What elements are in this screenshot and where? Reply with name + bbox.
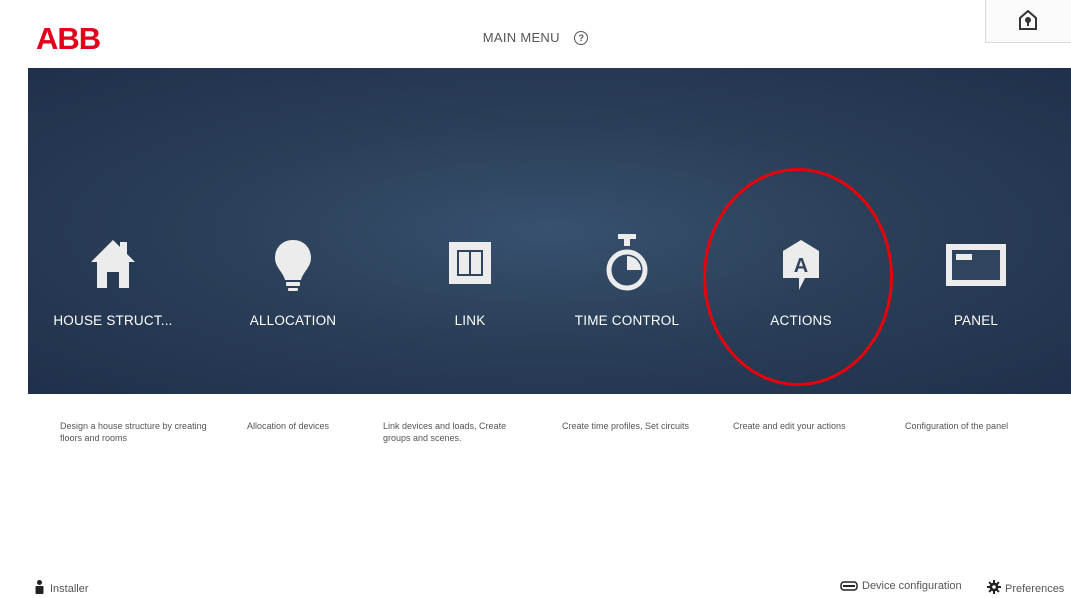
preferences-button[interactable]: Preferences (987, 580, 1064, 595)
tile-house-structure[interactable]: HOUSE STRUCT... (28, 68, 198, 394)
tile-allocation[interactable]: ALLOCATION (208, 68, 378, 394)
tile-label: LINK (454, 313, 486, 328)
tile-link[interactable]: LINK (385, 68, 555, 394)
bulb-icon (275, 240, 311, 291)
tile-time-control[interactable]: TIME CONTROL (542, 68, 712, 394)
tile-label: TIME CONTROL (574, 313, 680, 328)
tile-description: Create time profiles, Set circuits (562, 421, 690, 431)
device-configuration-button[interactable]: Device configuration (840, 580, 962, 592)
user-label: Installer (50, 583, 89, 595)
home-lock-icon (1019, 10, 1037, 30)
tile-label: ACTIONS (770, 313, 832, 328)
device-configuration-label: Device configuration (862, 580, 962, 592)
tile-description: Create and edit your actions (733, 421, 846, 431)
title-bar: MAIN MENU ? (0, 29, 1071, 47)
main-menu-panel: HOUSE STRUCT... ALLOCATION LINK TIME CON… (28, 68, 1071, 394)
tile-label: PANEL (953, 313, 999, 328)
header: ABB MAIN MENU ? (0, 0, 1071, 68)
tile-label: ALLOCATION (249, 313, 337, 328)
home-button[interactable] (985, 0, 1071, 43)
tile-description: Design a house structure by creating flo… (60, 421, 207, 443)
stopwatch-icon (606, 234, 648, 291)
device-icon (840, 581, 858, 591)
tile-actions[interactable]: A ACTIONS (716, 68, 886, 394)
house-icon (91, 240, 135, 288)
link-icon (449, 242, 491, 284)
tile-description: Link devices and loads, Create groups an… (383, 421, 507, 443)
tile-description: Configuration of the panel (905, 421, 1009, 431)
actions-icon: A (783, 240, 819, 290)
tile-panel[interactable]: PANEL (891, 68, 1061, 394)
tile-description: Allocation of devices (247, 421, 330, 431)
panel-icon (946, 244, 1006, 286)
page-title: MAIN MENU (482, 30, 560, 46)
gear-icon (987, 580, 1001, 594)
help-icon[interactable]: ? (574, 30, 589, 45)
tile-label: HOUSE STRUCT... (53, 313, 173, 328)
footer: Installer Device configuration Preferenc… (0, 570, 1071, 598)
preferences-label: Preferences (1005, 583, 1065, 595)
actions-glyph: A (794, 255, 808, 277)
user-indicator[interactable]: Installer (35, 580, 89, 595)
user-icon (35, 580, 44, 594)
